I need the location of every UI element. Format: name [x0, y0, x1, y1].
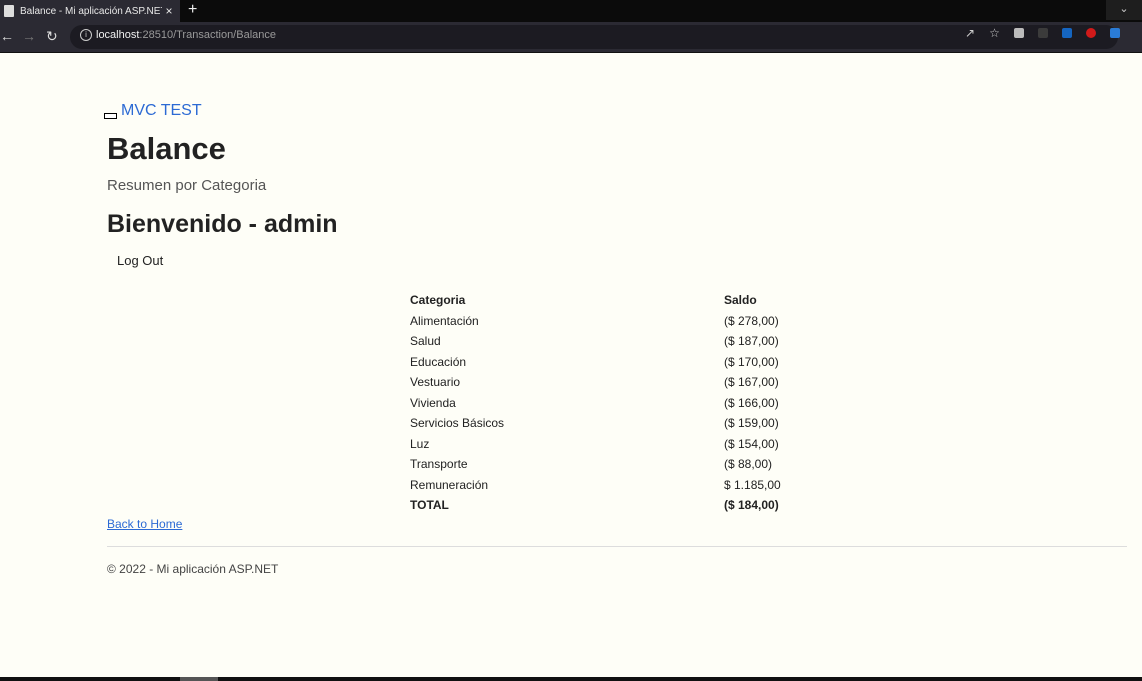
table-row: Vivienda ($ 166,00)	[410, 393, 844, 414]
category-cell: Remuneración	[410, 477, 489, 492]
table-row: Remuneración $ 1.185,00	[410, 475, 844, 496]
balance-cell: ($ 166,00)	[724, 395, 779, 410]
category-cell: Vivienda	[410, 395, 456, 410]
forward-arrow-icon[interactable]: →	[22, 28, 36, 44]
table-row: Alimentación ($ 278,00)	[410, 311, 844, 332]
footer-divider	[107, 546, 1127, 547]
logout-link[interactable]: Log Out	[117, 253, 163, 268]
column-header-saldo: Saldo	[724, 293, 757, 308]
browser-tab[interactable]: Balance - Mi aplicación ASP.NET ×	[0, 0, 180, 22]
extension-icon[interactable]	[1061, 28, 1072, 38]
table-row: Educación ($ 170,00)	[410, 352, 844, 373]
balance-cell: ($ 88,00)	[724, 457, 773, 472]
extension-icon[interactable]	[1109, 28, 1120, 38]
balance-cell: $ 1.185,00	[724, 477, 781, 492]
browser-toolbar: ← → ↻ i localhost:28510/Transaction/Bala…	[0, 22, 1142, 53]
table-row: Transporte ($ 88,00)	[410, 454, 844, 475]
extension-icon[interactable]	[1085, 28, 1096, 38]
brand-link[interactable]: MVC TEST	[121, 102, 202, 120]
balance-cell: ($ 278,00)	[724, 313, 779, 328]
footer-text: © 2022 - Mi aplicación ASP.NET	[107, 562, 279, 576]
page-content: MVC TEST Balance Resumen por Categoria B…	[0, 53, 1142, 677]
extension-icon[interactable]	[1013, 28, 1024, 38]
address-bar[interactable]: i localhost:28510/Transaction/Balance	[70, 25, 1118, 49]
table-row: Vestuario ($ 167,00)	[410, 372, 844, 393]
balance-cell: ($ 187,00)	[724, 334, 779, 349]
back-to-home-link[interactable]: Back to Home	[107, 517, 182, 531]
category-cell: Transporte	[410, 457, 468, 472]
total-label: TOTAL	[410, 498, 449, 513]
balance-cell: ($ 154,00)	[724, 436, 779, 451]
navbar-brand: MVC TEST	[104, 102, 202, 120]
category-cell: Educación	[410, 354, 467, 369]
tab-search-icon[interactable]: ⌄	[1106, 0, 1142, 20]
category-cell: Vestuario	[410, 375, 461, 390]
navbar-toggler-icon[interactable]	[104, 113, 117, 119]
bookmark-star-icon[interactable]: ☆	[989, 26, 1000, 40]
page-subtitle: Resumen por Categoria	[107, 177, 267, 194]
balance-cell: ($ 159,00)	[724, 416, 779, 431]
balance-cell: ($ 170,00)	[724, 354, 779, 369]
table-header-row: Categoria Saldo	[410, 290, 844, 311]
extension-icon[interactable]	[1037, 28, 1048, 38]
total-value: ($ 184,00)	[724, 498, 779, 513]
balance-table: Categoria Saldo Alimentación ($ 278,00) S…	[410, 290, 844, 516]
table-row: Salud ($ 187,00)	[410, 331, 844, 352]
site-info-icon[interactable]: i	[80, 29, 92, 41]
category-cell: Salud	[410, 334, 441, 349]
url-text: localhost:28510/Transaction/Balance	[96, 29, 276, 41]
page-title: Balance	[107, 131, 226, 166]
scrollbar-thumb[interactable]	[180, 677, 218, 681]
toolbar-icons: ↗ ☆	[965, 26, 1120, 40]
close-tab-icon[interactable]: ×	[162, 4, 176, 18]
column-header-categoria: Categoria	[410, 293, 466, 308]
welcome-heading: Bienvenido - admin	[107, 210, 338, 238]
table-row: Servicios Básicos ($ 159,00)	[410, 413, 844, 434]
category-cell: Alimentación	[410, 313, 479, 328]
total-row: TOTAL ($ 184,00)	[410, 495, 844, 516]
balance-cell: ($ 167,00)	[724, 375, 779, 390]
page-favicon-icon	[4, 5, 14, 17]
table-row: Luz ($ 154,00)	[410, 434, 844, 455]
reload-icon[interactable]: ↻	[46, 28, 58, 44]
category-cell: Servicios Básicos	[410, 416, 505, 431]
new-tab-button[interactable]: +	[188, 0, 197, 22]
category-cell: Luz	[410, 436, 430, 451]
tab-strip: Balance - Mi aplicación ASP.NET × + ⌄	[0, 0, 1142, 22]
share-icon[interactable]: ↗	[965, 26, 975, 40]
tab-title: Balance - Mi aplicación ASP.NET	[20, 5, 162, 17]
back-arrow-icon[interactable]: ←	[0, 28, 14, 44]
horizontal-scrollbar[interactable]	[0, 677, 1142, 681]
